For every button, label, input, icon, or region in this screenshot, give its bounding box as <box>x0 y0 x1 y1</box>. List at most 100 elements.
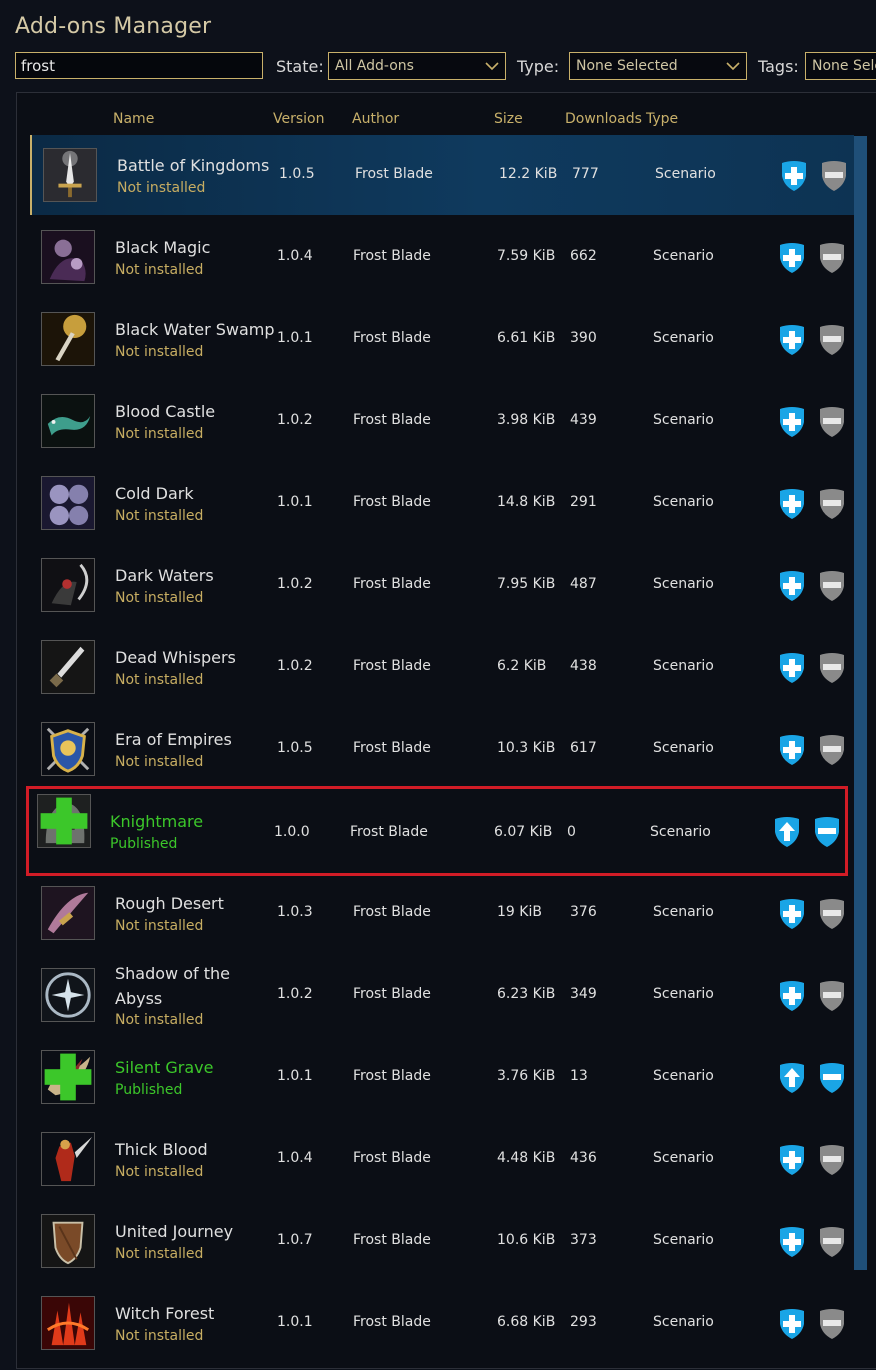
install-icon[interactable] <box>778 242 806 274</box>
addon-row[interactable]: Blood Castle Not installed 1.0.2 Frost Blad… <box>30 381 852 461</box>
column-header-downloads[interactable]: Downloads <box>565 111 642 127</box>
addon-status: Not installed <box>115 1328 204 1344</box>
remove-icon[interactable] <box>818 570 846 602</box>
addon-downloads: 373 <box>570 1232 597 1248</box>
addon-row[interactable]: Shadow of the Abyss Not installed 1.0.2 Fro… <box>30 955 852 1035</box>
addon-row[interactable]: Dead Whispers Not installed 1.0.2 Frost Bla… <box>30 627 852 707</box>
remove-icon[interactable] <box>818 652 846 684</box>
column-header-name[interactable]: Name <box>113 111 154 127</box>
addon-row[interactable]: Cold Dark Not installed 1.0.1 Frost Blade 14… <box>30 463 852 543</box>
remove-icon[interactable] <box>818 488 846 520</box>
addon-version: 1.0.4 <box>277 1150 313 1166</box>
install-icon[interactable] <box>778 652 806 684</box>
install-icon[interactable] <box>778 980 806 1012</box>
addon-row[interactable]: Dark Waters Not installed 1.0.2 Frost Blade… <box>30 545 852 625</box>
published-badge-icon <box>40 797 88 845</box>
addon-row[interactable]: Rough Desert Not installed 1.0.3 Frost Blad… <box>30 873 852 953</box>
addon-version: 1.0.1 <box>277 1068 313 1084</box>
addon-downloads: 390 <box>570 330 597 346</box>
addon-name: Black Magic <box>115 238 211 257</box>
install-icon[interactable] <box>780 160 808 192</box>
column-header-size[interactable]: Size <box>494 111 523 127</box>
addon-row[interactable]: Black Water Swamp Not installed 1.0.1 Frost… <box>30 299 852 379</box>
addon-type: Scenario <box>655 166 716 182</box>
column-header-version[interactable]: Version <box>273 111 324 127</box>
addon-downloads: 438 <box>570 658 597 674</box>
addon-thumbnail <box>41 968 95 1022</box>
remove-icon[interactable] <box>818 1062 846 1094</box>
remove-icon[interactable] <box>818 734 846 766</box>
addon-status: Not installed <box>115 672 204 688</box>
remove-icon[interactable] <box>818 406 846 438</box>
addon-row[interactable]: Era of Empires Not installed 1.0.5 Frost Bl… <box>30 709 852 789</box>
install-icon[interactable] <box>778 488 806 520</box>
search-input[interactable] <box>15 52 263 79</box>
addon-name: Witch Forest <box>115 1304 215 1323</box>
addon-name: Battle of Kingdoms <box>117 156 270 175</box>
install-icon[interactable] <box>778 1226 806 1258</box>
install-icon[interactable] <box>778 898 806 930</box>
addon-author: Frost Blade <box>353 576 431 592</box>
addon-thumbnail <box>41 558 95 612</box>
remove-icon[interactable] <box>818 980 846 1012</box>
addon-type: Scenario <box>653 576 714 592</box>
addon-size: 6.68 KiB <box>497 1314 556 1330</box>
addon-author: Frost Blade <box>355 166 433 182</box>
install-icon[interactable] <box>778 406 806 438</box>
type-dropdown[interactable]: None Selected <box>569 52 747 80</box>
install-icon[interactable] <box>778 1144 806 1176</box>
remove-icon[interactable] <box>813 816 841 848</box>
remove-icon[interactable] <box>818 1308 846 1340</box>
addon-name: Knightmare <box>110 812 204 831</box>
addon-downloads: 487 <box>570 576 597 592</box>
addon-name: Cold Dark <box>115 484 194 503</box>
addon-row[interactable]: Battle of Kingdoms Not installed 1.0.5 Fros… <box>30 135 854 215</box>
list-scrollbar[interactable] <box>854 136 867 1270</box>
state-dropdown[interactable]: All Add-ons <box>328 52 506 80</box>
addon-row[interactable]: Thick Blood Not installed 1.0.4 Frost Blade… <box>30 1119 852 1199</box>
install-icon[interactable] <box>778 734 806 766</box>
remove-icon[interactable] <box>818 324 846 356</box>
update-icon[interactable] <box>773 816 801 848</box>
addon-name: Blood Castle <box>115 402 216 421</box>
addon-author: Frost Blade <box>353 904 431 920</box>
addon-row[interactable]: Black Magic Not installed 1.0.4 Frost Blade… <box>30 217 852 297</box>
addon-name: Dead Whispers <box>115 648 236 667</box>
remove-icon[interactable] <box>818 242 846 274</box>
dark-mage-icon <box>42 231 94 283</box>
addon-row[interactable]: Silent Grave Published 1.0.1 Frost Blade 3.7… <box>30 1037 852 1117</box>
install-icon[interactable] <box>778 570 806 602</box>
addon-thumbnail <box>41 1132 95 1186</box>
addon-name: Rough Desert <box>115 894 224 913</box>
addon-version: 1.0.1 <box>277 494 313 510</box>
tags-selected-value: None Sele <box>812 58 876 74</box>
addon-status: Not installed <box>115 590 204 606</box>
shield-crest-icon <box>42 723 94 775</box>
addon-version: 1.0.2 <box>277 658 313 674</box>
addon-type: Scenario <box>653 1232 714 1248</box>
addon-size: 14.8 KiB <box>497 494 556 510</box>
addon-row[interactable]: Witch Forest Not installed 1.0.1 Frost Blad… <box>30 1283 852 1363</box>
addon-author: Frost Blade <box>353 412 431 428</box>
addon-downloads: 13 <box>570 1068 588 1084</box>
addon-type: Scenario <box>653 1068 714 1084</box>
dagger-icon <box>42 641 94 693</box>
remove-icon[interactable] <box>818 1226 846 1258</box>
remove-icon[interactable] <box>820 160 848 192</box>
chevron-down-icon <box>726 62 740 71</box>
tags-dropdown[interactable]: None Sele <box>805 52 876 80</box>
addon-thumbnail <box>43 148 97 202</box>
addon-version: 1.0.5 <box>279 166 315 182</box>
addon-row[interactable]: United Journey Not installed 1.0.7 Frost Bl… <box>30 1201 852 1281</box>
addon-type: Scenario <box>653 1150 714 1166</box>
addon-author: Frost Blade <box>353 658 431 674</box>
column-header-author[interactable]: Author <box>352 111 399 127</box>
install-icon[interactable] <box>778 1308 806 1340</box>
install-icon[interactable] <box>778 324 806 356</box>
addon-version: 1.0.1 <box>277 330 313 346</box>
update-icon[interactable] <box>778 1062 806 1094</box>
addon-row[interactable]: Knightmare Published 1.0.0 Frost Blade 6.07 … <box>26 786 848 876</box>
remove-icon[interactable] <box>818 1144 846 1176</box>
column-header-type[interactable]: Type <box>646 111 678 127</box>
remove-icon[interactable] <box>818 898 846 930</box>
